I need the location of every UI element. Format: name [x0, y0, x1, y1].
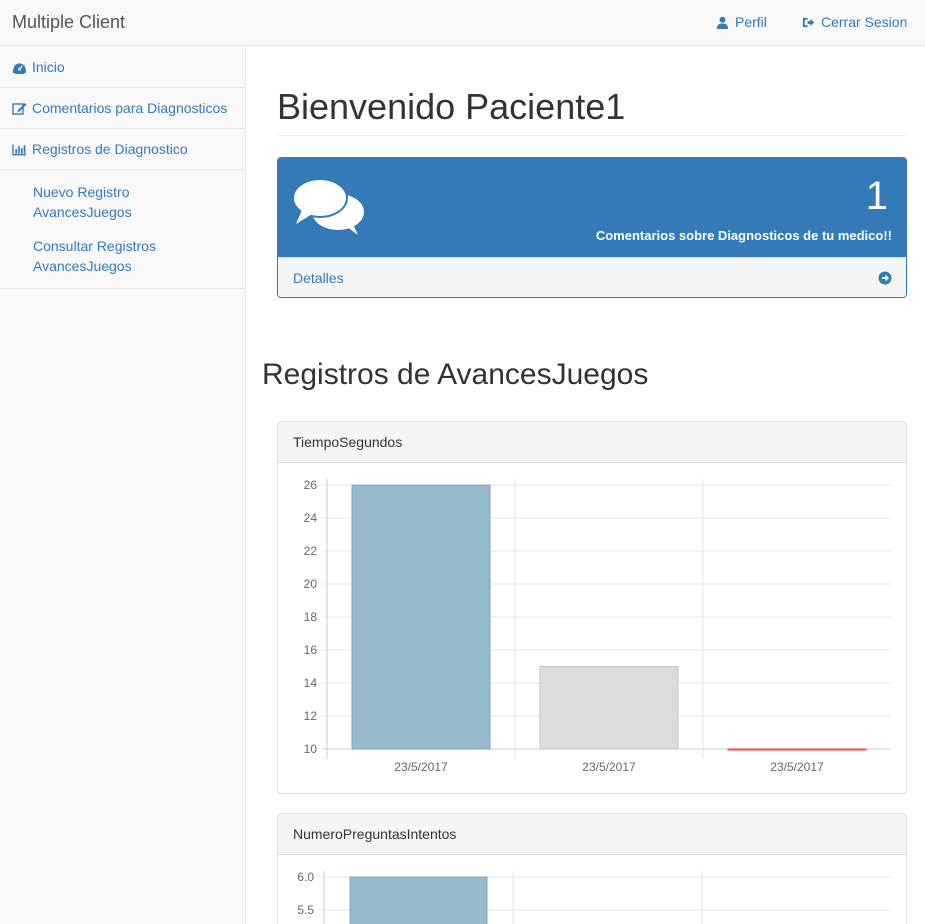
chart-title: NumeroPreguntasIntentos: [278, 814, 906, 855]
comments-count: 1: [865, 174, 888, 218]
y-tick-label: 10: [304, 742, 318, 756]
comments-description: Comentarios sobre Diagnosticos de tu med…: [595, 228, 892, 243]
bar-chart-icon: [12, 143, 27, 155]
x-tick-label: 23/5/2017: [770, 760, 824, 774]
chart-panel-tiempo: TiempoSegundos 10 12 14 16 18 20 22 24 26 23/5/20…: [277, 421, 907, 794]
comments-icon: [292, 178, 364, 235]
sidebar-item-label: Comentarios para Diagnosticos: [32, 100, 228, 116]
logout-link[interactable]: Cerrar Sesion: [802, 14, 907, 30]
sidebar-item-label: Inicio: [32, 59, 65, 75]
x-tick-label: 23/5/2017: [582, 760, 636, 774]
bar: [351, 484, 491, 750]
y-tick-label: 22: [304, 544, 318, 558]
x-tick-label: 23/5/2017: [394, 760, 448, 774]
sidebar-item-registros[interactable]: Registros de Diagnostico: [0, 129, 245, 170]
comments-panel: 1 Comentarios sobre Diagnosticos de tu m…: [277, 157, 907, 298]
sign-out-icon: [802, 17, 815, 27]
chart-title: TiempoSegundos: [278, 422, 906, 463]
top-navbar: Multiple Client Perfil Cerrar Sesion: [0, 0, 925, 46]
sidebar-item-comentarios[interactable]: Comentarios para Diagnosticos: [0, 88, 245, 129]
sidebar-subitem-nuevo-registro[interactable]: Nuevo Registro AvancesJuegos: [33, 182, 193, 222]
bar: [349, 876, 488, 924]
edit-icon: [12, 102, 27, 115]
comments-panel-heading: 1 Comentarios sobre Diagnosticos de tu m…: [278, 158, 906, 257]
sidebar-subitem-consultar-registros[interactable]: Consultar Registros AvancesJuegos: [33, 236, 193, 276]
title-divider: [277, 135, 907, 136]
arrow-circle-right-icon: [878, 271, 892, 285]
preguntas-bar-chart: 6.0 5.5: [297, 870, 891, 924]
sidebar-submenu: Nuevo Registro AvancesJuegos Consultar R…: [0, 170, 245, 289]
y-tick-label: 6.0: [297, 870, 314, 884]
details-label: Detalles: [293, 270, 344, 286]
chart-panel-preguntas: NumeroPreguntasIntentos 6.0 5.5: [277, 813, 907, 924]
sidebar-item-inicio[interactable]: Inicio: [0, 47, 245, 88]
y-tick-label: 24: [304, 511, 318, 525]
section-title: Registros de AvancesJuegos: [262, 358, 649, 391]
sidebar: Inicio Comentarios para Diagnosticos Reg…: [0, 47, 246, 924]
bar: [539, 666, 679, 750]
y-tick-label: 16: [304, 643, 318, 657]
y-tick-label: 14: [304, 676, 318, 690]
logout-link-label: Cerrar Sesion: [821, 14, 908, 30]
bar: [727, 748, 867, 751]
sidebar-item-label: Registros de Diagnostico: [32, 141, 188, 157]
tiempo-bar-chart: 10 12 14 16 18 20 22 24 26 23/5/2017 23/5/2017 23/5…: [304, 478, 891, 774]
profile-link[interactable]: Perfil: [716, 14, 767, 30]
brand-title[interactable]: Multiple Client: [12, 12, 125, 33]
y-tick-label: 5.5: [297, 903, 314, 917]
page-title: Bienvenido Paciente1: [277, 86, 626, 127]
profile-link-label: Perfil: [735, 14, 767, 30]
y-tick-label: 20: [304, 577, 318, 591]
y-tick-label: 26: [304, 478, 318, 492]
user-icon: [716, 16, 729, 29]
dashboard-icon: [13, 62, 26, 74]
y-tick-label: 18: [304, 610, 318, 624]
y-tick-label: 12: [304, 709, 318, 723]
comments-details-link[interactable]: Detalles: [278, 257, 906, 297]
